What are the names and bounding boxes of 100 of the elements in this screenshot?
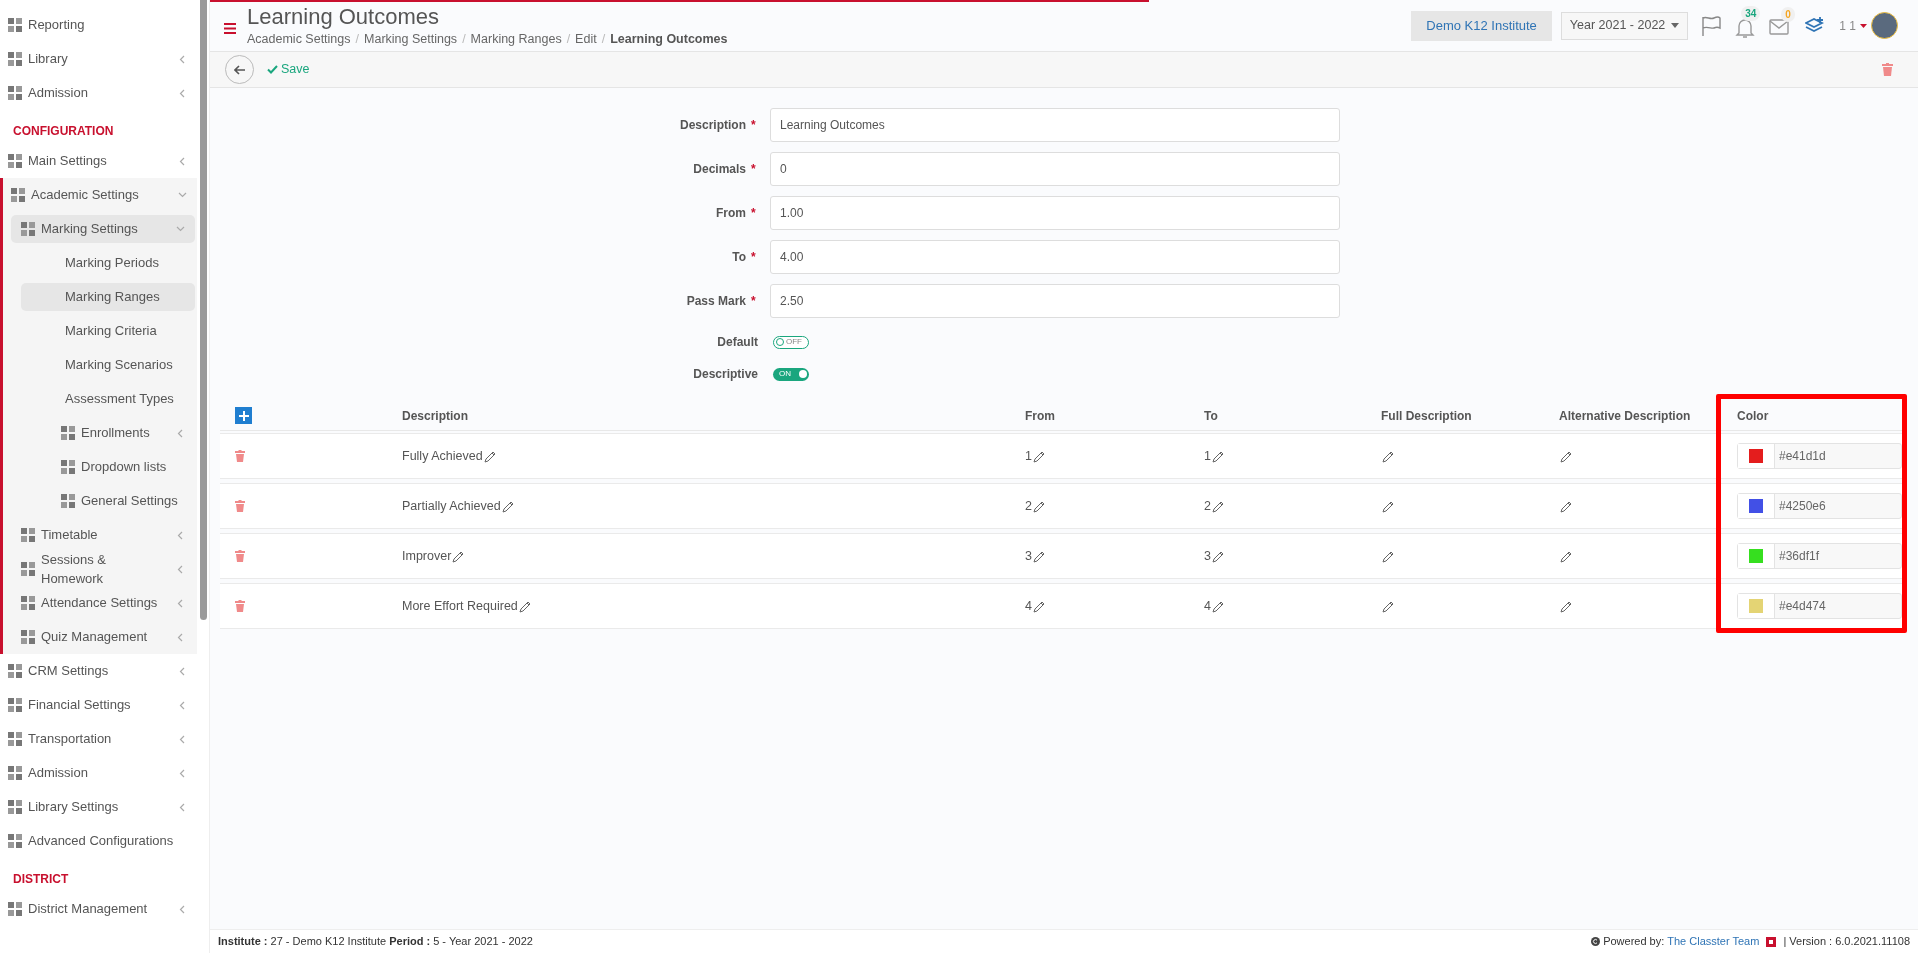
sidebar-item[interactable]: Library xyxy=(0,45,197,73)
sidebar-item[interactable]: Admission xyxy=(0,759,197,787)
flag-icon[interactable] xyxy=(1700,14,1723,37)
pencil-icon[interactable] xyxy=(517,599,531,613)
version-text: | Version : 6.0.2021.11108 xyxy=(1783,934,1910,950)
sidebar-item[interactable]: CRM Settings xyxy=(0,657,197,685)
pencil-icon[interactable] xyxy=(1381,449,1394,463)
grid-icon xyxy=(8,766,22,780)
caret-icon[interactable] xyxy=(1860,23,1867,28)
check-icon xyxy=(267,65,278,74)
toggle-switch[interactable]: OFF xyxy=(773,335,809,349)
breadcrumb-separator: / xyxy=(601,30,606,48)
sidebar-item[interactable]: Dropdown lists xyxy=(21,453,195,481)
grid-icon xyxy=(8,834,22,848)
grid-icon xyxy=(8,86,22,100)
sidebar-item[interactable]: Sessions & Homework xyxy=(11,555,195,583)
sidebar-item[interactable]: Library Settings xyxy=(0,793,197,821)
grid-icon xyxy=(21,596,35,610)
envelope-icon[interactable] xyxy=(1769,18,1790,35)
sidebar-item[interactable]: Advanced Configurations xyxy=(0,827,197,855)
grid-icon xyxy=(21,562,35,576)
table-cell-text: Improver xyxy=(402,547,452,565)
add-button[interactable] xyxy=(235,407,252,424)
year-dropdown[interactable]: Year 2021 - 2022 xyxy=(1560,11,1689,40)
page-title: Learning Outcomes xyxy=(247,3,440,30)
pencil-icon[interactable] xyxy=(1559,599,1572,613)
scrollbar[interactable] xyxy=(200,0,207,620)
column-header: Alternative Description xyxy=(1559,407,1692,425)
avatar[interactable] xyxy=(1871,12,1898,39)
sidebar-item[interactable]: Transportation xyxy=(0,725,197,753)
sidebar-item[interactable]: Marking Periods xyxy=(21,249,195,277)
sidebar-item[interactable]: Admission xyxy=(0,79,197,107)
sidebar-item[interactable]: Marking Ranges xyxy=(21,283,195,311)
sidebar-item[interactable]: Assessment Types xyxy=(21,385,195,413)
text-field[interactable]: 4.00 xyxy=(770,240,1340,274)
pencil-icon[interactable] xyxy=(1031,499,1045,513)
breadcrumb-separator: / xyxy=(355,30,359,48)
pencil-icon[interactable] xyxy=(451,549,465,563)
pencil-icon[interactable] xyxy=(1381,599,1394,613)
field-label: To xyxy=(731,249,746,266)
arrow-left-icon xyxy=(233,63,246,76)
sidebar-item[interactable]: Main Settings xyxy=(0,147,197,175)
table-cell-text: 2 xyxy=(1204,497,1211,515)
pencil-icon[interactable] xyxy=(1559,549,1572,563)
text-field[interactable]: 2.50 xyxy=(770,284,1340,318)
pencil-icon[interactable] xyxy=(1559,499,1572,513)
text-field[interactable]: 0 xyxy=(770,152,1340,186)
pencil-icon[interactable] xyxy=(1559,449,1572,463)
sidebar-item[interactable]: Reporting xyxy=(0,11,197,39)
logo-icon xyxy=(1766,936,1777,947)
sidebar-item[interactable]: Enrollments xyxy=(21,419,195,447)
toggle-label: Default xyxy=(716,334,758,351)
message-count: 0 xyxy=(1781,6,1795,22)
field-label: Decimals xyxy=(692,161,746,178)
sidebar-item[interactable]: Financial Settings xyxy=(0,691,197,719)
pencil-icon[interactable] xyxy=(1210,499,1224,513)
grid-icon xyxy=(8,18,22,32)
pencil-icon[interactable] xyxy=(1381,549,1394,563)
pencil-icon[interactable] xyxy=(482,449,496,463)
field-label: Pass Mark xyxy=(685,293,746,310)
sidebar-item[interactable]: Marking Scenarios xyxy=(21,351,195,379)
breadcrumb-link[interactable]: Marking Settings xyxy=(364,29,458,48)
pencil-icon[interactable] xyxy=(1381,499,1394,513)
table-cell-text: More Effort Required xyxy=(402,597,518,615)
color-field[interactable]: #e41d1d xyxy=(1737,443,1902,469)
table-cell-text: 4 xyxy=(1025,597,1032,615)
color-field[interactable]: #4250e6 xyxy=(1737,493,1902,519)
breadcrumb-link[interactable]: Edit xyxy=(575,29,597,48)
menu-icon[interactable] xyxy=(224,23,236,34)
text-field[interactable]: 1.00 xyxy=(770,196,1340,230)
required-marker: * xyxy=(751,117,757,134)
pencil-icon[interactable] xyxy=(500,499,514,513)
breadcrumb-link[interactable]: Marking Ranges xyxy=(470,29,562,48)
sidebar-item[interactable]: Marking Settings xyxy=(11,215,195,243)
text-field[interactable]: Learning Outcomes xyxy=(770,108,1340,142)
plus-icon xyxy=(238,410,249,421)
field-label: From xyxy=(715,205,746,222)
sidebar-item[interactable]: Quiz Management xyxy=(11,623,195,651)
powered-by-label: Powered by: xyxy=(1603,934,1665,950)
sidebar-item[interactable]: Attendance Settings xyxy=(11,589,195,617)
grid-icon xyxy=(61,460,75,474)
sidebar-item[interactable]: Timetable xyxy=(11,521,195,549)
grid-icon xyxy=(21,528,35,542)
pencil-icon[interactable] xyxy=(1210,599,1224,613)
institute-button[interactable]: Demo K12 Institute xyxy=(1411,10,1552,41)
color-field[interactable]: #e4d474 xyxy=(1737,593,1902,619)
pencil-icon[interactable] xyxy=(1210,549,1224,563)
grid-icon xyxy=(21,222,35,236)
pencil-icon[interactable] xyxy=(1031,549,1045,563)
sidebar-item[interactable]: General Settings xyxy=(21,487,195,515)
pencil-icon[interactable] xyxy=(1031,449,1045,463)
pencil-icon[interactable] xyxy=(1031,599,1045,613)
sidebar-item[interactable]: Marking Criteria xyxy=(21,317,195,345)
table-cell-text: 2 xyxy=(1025,497,1032,515)
breadcrumb-link[interactable]: Academic Settings xyxy=(247,29,351,48)
table-cell-text: 4 xyxy=(1204,597,1211,615)
color-field[interactable]: #36df1f xyxy=(1737,543,1902,569)
sidebar-item[interactable]: District Management xyxy=(0,895,197,923)
team-link[interactable]: The Classter Team xyxy=(1667,933,1760,950)
pencil-icon[interactable] xyxy=(1210,449,1224,463)
